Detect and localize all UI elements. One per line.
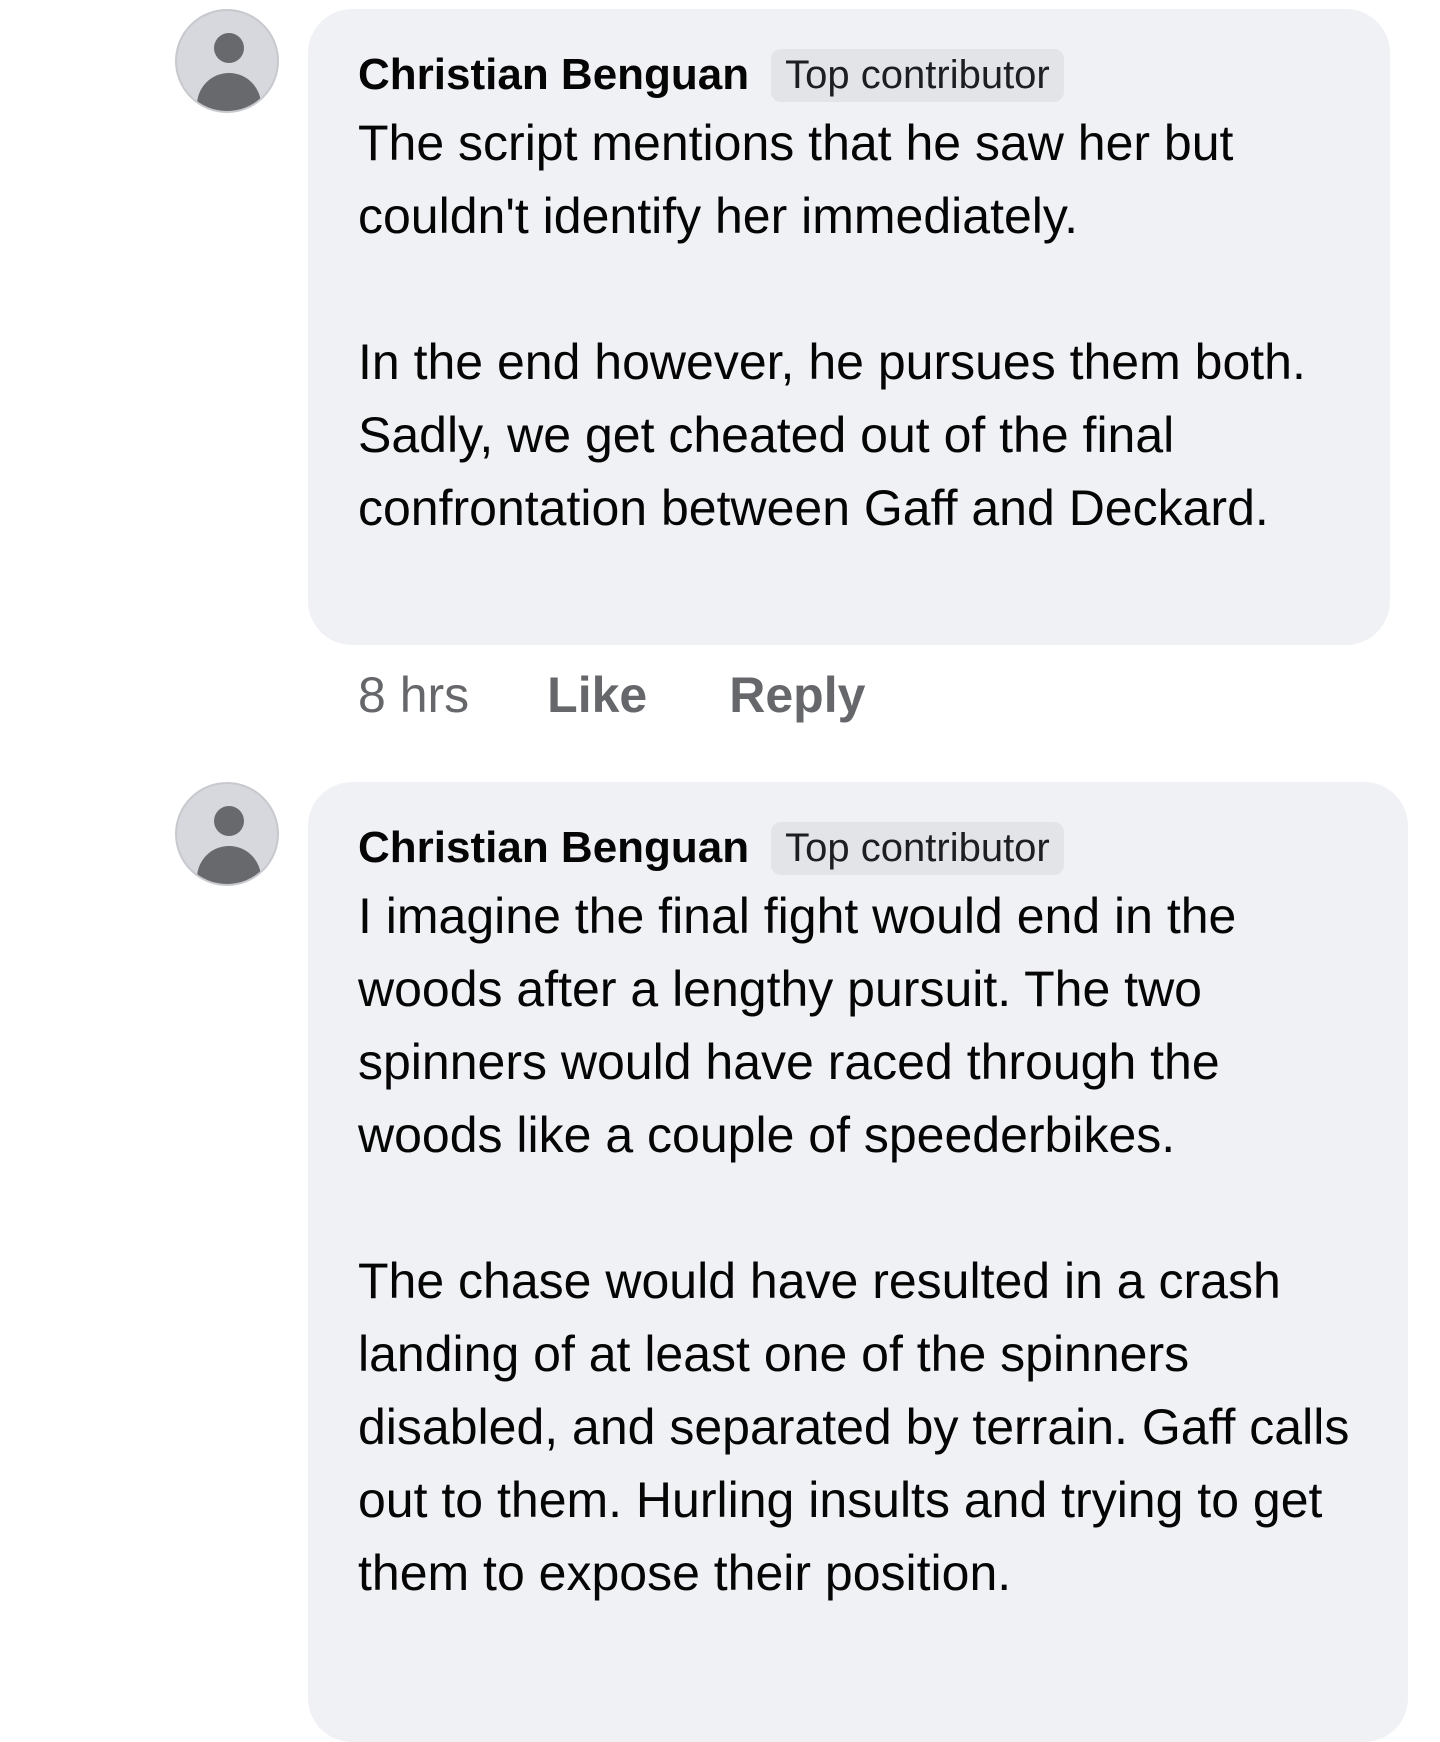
- comment-bubble: Christian Benguan Top contributor I imag…: [308, 782, 1408, 1742]
- comment-text: I imagine the final fight would end in t…: [358, 888, 1350, 1601]
- reply-button[interactable]: Reply: [729, 666, 865, 724]
- comment-text: The script mentions that he saw her but …: [358, 115, 1306, 536]
- comment-bubble: Christian Benguan Top contributor The sc…: [308, 9, 1390, 645]
- like-button[interactable]: Like: [547, 666, 647, 724]
- top-contributor-badge: Top contributor: [771, 821, 1064, 875]
- avatar-shoulders-shape: [197, 846, 261, 884]
- top-contributor-badge: Top contributor: [771, 48, 1064, 102]
- comment-header: Christian Benguan Top contributor: [358, 820, 1368, 876]
- avatar[interactable]: [175, 782, 279, 886]
- avatar[interactable]: [175, 9, 279, 113]
- comment-header: Christian Benguan Top contributor: [358, 47, 1350, 103]
- comment-actions: 8 hrs Like Reply: [358, 666, 865, 724]
- timestamp[interactable]: 8 hrs: [358, 666, 469, 724]
- avatar-head-shape: [214, 806, 244, 836]
- avatar-shoulders-shape: [197, 73, 261, 111]
- author-name[interactable]: Christian Benguan: [358, 823, 749, 873]
- author-name[interactable]: Christian Benguan: [358, 50, 749, 100]
- avatar-head-shape: [214, 33, 244, 63]
